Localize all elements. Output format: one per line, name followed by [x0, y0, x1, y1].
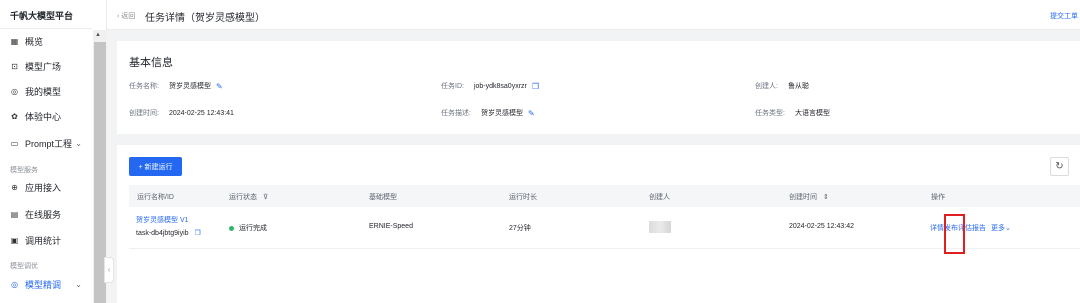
server-icon: ▤ — [10, 209, 19, 219]
column-header-name: 运行名称/ID — [137, 194, 174, 201]
task-id-field: 任务ID: job-ydk8sa0yxrzr ❐ — [441, 81, 539, 91]
chevron-down-icon: ⌄ — [1004, 225, 1011, 232]
field-value: job-ydk8sa0yxrzr — [473, 82, 527, 90]
grid-icon: ▦ — [10, 36, 19, 46]
sidebar-item-label: 模型精调 — [25, 279, 62, 290]
task-type-field: 任务类型: 大语言模型 — [755, 108, 830, 118]
settings-icon: ◎ — [11, 86, 18, 96]
chevron-left-icon: ‹ — [107, 266, 111, 274]
back-label: 返回 — [121, 13, 136, 20]
sidebar-collapse-button[interactable]: ‹ — [104, 257, 114, 283]
sidebar-item-label: 模型广场 — [25, 61, 62, 72]
task-desc-field: 任务描述: 贺岁灵感模型 ✎ — [441, 108, 535, 118]
sidebar-item-my-models[interactable]: ◎ 我的模型 — [0, 80, 92, 102]
run-status: 运行完成 — [229, 223, 267, 233]
run-id: task-db4jbtg9iyib ❐ — [136, 229, 201, 237]
run-id-value: task-db4jbtg9iyib — [136, 230, 189, 237]
folder-icon: ▭ — [10, 138, 19, 148]
sort-icon[interactable]: ⇕ — [823, 194, 829, 201]
field-label: 任务类型: — [755, 110, 785, 117]
field-label: 创建人: — [755, 83, 778, 90]
sidebar-item-call-stats[interactable]: ▣ 调用统计 — [0, 229, 92, 251]
filter-icon[interactable]: ⊽ — [263, 194, 268, 201]
tune-icon: ◎ — [11, 279, 18, 289]
sidebar-item-label: 应用接入 — [25, 182, 62, 193]
link-icon: ⊕ — [11, 182, 18, 192]
sidebar-item-experience[interactable]: ✿ 体验中心 — [0, 105, 92, 127]
sidebar-item-label: Prompt工程 — [25, 138, 73, 149]
row-actions: 详情发布评估报告 更多⌄ — [930, 223, 1011, 233]
section-title: 基本信息 — [129, 57, 173, 69]
field-value: 鲁从聪 — [787, 83, 809, 90]
creator-avatar — [649, 221, 671, 233]
runs-card: + 新建运行 ↻ 运行名称/ID 运行状态 ⊽ 基础模型 运行时长 创建人 创建… — [117, 145, 1080, 303]
field-value: 贺岁灵感模型 — [480, 110, 523, 117]
more-label: 更多 — [990, 225, 1005, 232]
field-value: 大语言模型 — [794, 110, 830, 117]
chevron-down-icon: ⌄ — [75, 279, 82, 289]
run-name-link[interactable]: 贺岁灵感模型 V1 — [136, 215, 189, 225]
group-label-service: 模型服务 — [10, 167, 38, 174]
sidebar-item-label: 在线服务 — [25, 209, 62, 220]
base-model: ERNIE-Speed — [369, 223, 413, 230]
creator-field: 创建人: 鲁从聪 — [755, 81, 809, 91]
edit-icon[interactable]: ✎ — [216, 82, 223, 91]
table-header: 运行名称/ID 运行状态 ⊽ 基础模型 运行时长 创建人 创建时间 ⇕ 操作 — [129, 185, 1080, 207]
new-run-button[interactable]: + 新建运行 — [129, 157, 182, 176]
back-button[interactable]: ‹ 返回 — [117, 11, 135, 21]
submit-ticket-link[interactable]: 提交工单 — [1050, 11, 1078, 21]
field-label: 任务ID: — [441, 83, 464, 90]
detail-link[interactable]: 详情 — [930, 225, 944, 232]
gear-icon: ✿ — [11, 111, 18, 121]
more-link[interactable]: 更多⌄ — [991, 225, 1011, 232]
chevron-down-icon: ⌄ — [75, 138, 82, 148]
task-name-field: 任务名称: 贺岁灵感模型 ✎ — [129, 81, 223, 91]
column-header-label: 创建时间 — [789, 194, 817, 201]
copy-icon[interactable]: ❐ — [532, 82, 539, 91]
column-header-base-model: 基础模型 — [369, 194, 397, 201]
edit-icon[interactable]: ✎ — [528, 109, 535, 118]
column-header-creator: 创建人 — [649, 194, 670, 201]
scan-icon: ⊡ — [11, 61, 18, 71]
refresh-icon[interactable]: ↻ — [1050, 157, 1069, 176]
scroll-up-icon[interactable]: ▲ — [95, 32, 101, 38]
column-header-created: 创建时间 ⇕ — [789, 192, 829, 202]
created-time-field: 创建时间: 2024-02-25 12:43:41 — [129, 108, 234, 118]
sidebar-item-label: 我的模型 — [25, 86, 62, 97]
status-text: 运行完成 — [239, 225, 267, 232]
column-header-actions: 操作 — [931, 194, 945, 201]
page-title: 任务详情（贺岁灵感模型） — [145, 13, 265, 24]
sidebar-item-label: 体验中心 — [25, 111, 62, 122]
table-row: 贺岁灵感模型 V1 task-db4jbtg9iyib ❐ 运行完成 ERNIE… — [129, 207, 1080, 249]
copy-icon[interactable]: ❐ — [194, 230, 200, 237]
column-header-duration: 运行时长 — [509, 194, 537, 201]
sidebar: 千帆大模型平台 ▦ 概览 ⊡ 模型广场 ◎ 我的模型 ✿ 体验中心 ▭ Prom… — [0, 0, 107, 303]
field-value: 2024-02-25 12:43:41 — [168, 109, 234, 117]
field-label: 任务名称: — [129, 83, 159, 90]
sidebar-item-label: 调用统计 — [25, 235, 62, 246]
group-label-tuning: 模型调优 — [10, 263, 38, 270]
column-header-status: 运行状态 ⊽ — [229, 192, 268, 202]
sidebar-item-prompt[interactable]: ▭ Prompt工程 ⌄ — [0, 132, 92, 154]
sidebar-item-model-square[interactable]: ⊡ 模型广场 — [0, 55, 92, 77]
duration: 27分钟 — [509, 225, 531, 232]
topbar: ‹ 返回 任务详情（贺岁灵感模型） 提交工单 — [107, 0, 1080, 30]
highlight-box — [944, 214, 965, 254]
created-time: 2024-02-25 12:43:42 — [789, 223, 854, 230]
sidebar-item-overview[interactable]: ▦ 概览 — [0, 30, 92, 52]
basic-info-card: 基本信息 任务名称: 贺岁灵感模型 ✎ 任务ID: job-ydk8sa0yxr… — [117, 41, 1080, 134]
field-value: 贺岁灵感模型 — [168, 83, 211, 90]
status-dot — [229, 225, 234, 231]
field-label: 任务描述: — [441, 110, 471, 117]
divider — [0, 28, 92, 29]
sidebar-item-online-service[interactable]: ▤ 在线服务 — [0, 203, 92, 225]
column-header-label: 运行状态 — [229, 194, 257, 201]
sidebar-item-label: 概览 — [25, 36, 44, 47]
brand-title: 千帆大模型平台 — [10, 11, 74, 21]
chart-icon: ▣ — [10, 235, 19, 245]
field-label: 创建时间: — [129, 110, 159, 117]
sidebar-item-app-access[interactable]: ⊕ 应用接入 — [0, 176, 92, 198]
sidebar-item-fine-tune[interactable]: ◎ 模型精调 ⌄ — [0, 273, 92, 295]
